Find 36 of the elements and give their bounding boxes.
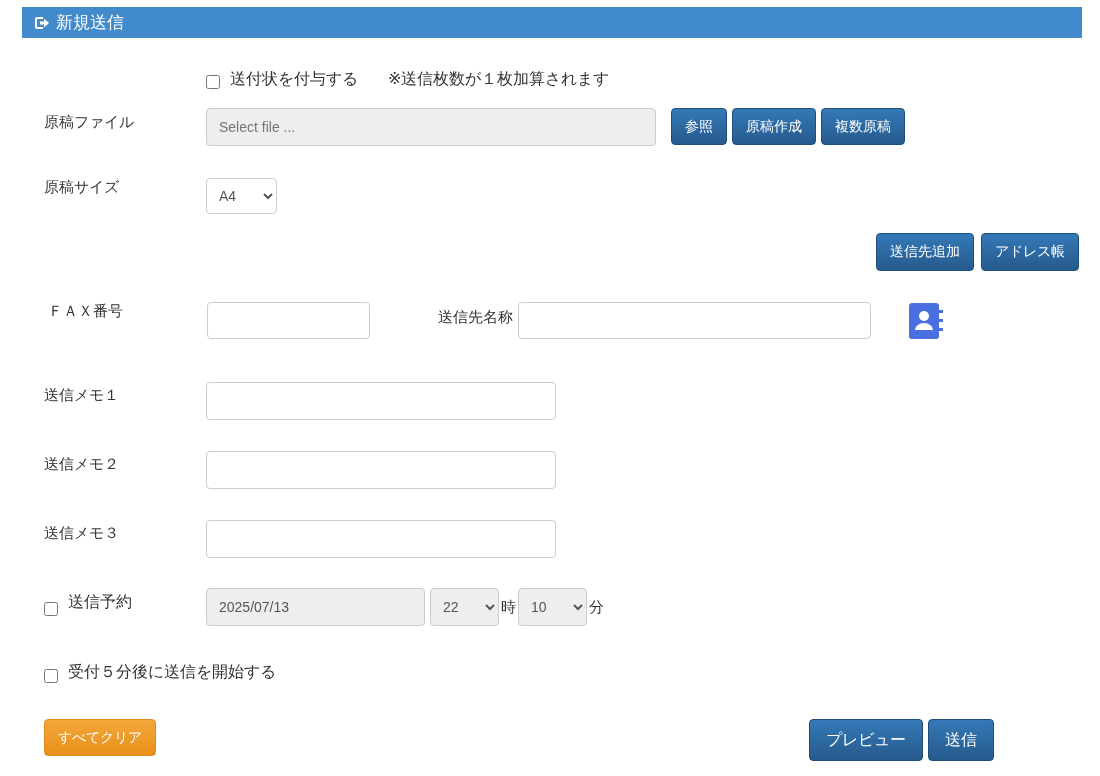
memo-field[interactable]	[206, 382, 556, 420]
memo-label: 送信メモ３	[44, 523, 120, 543]
sign-out-icon	[34, 14, 50, 31]
recipient-button[interactable]: アドレス帳	[981, 233, 1079, 271]
date-field[interactable]: 2025/07/13	[206, 588, 425, 626]
page-count-note: ※送信枚数が１枚加算されます	[388, 68, 610, 89]
file-button[interactable]: 参照	[671, 108, 727, 145]
file-field[interactable]: Select file ...	[206, 108, 656, 146]
schedule-checkbox[interactable]	[44, 602, 58, 616]
hour-select[interactable]: 22	[430, 588, 499, 626]
file-button[interactable]: 複数原稿	[821, 108, 905, 145]
memo-label: 送信メモ１	[44, 385, 120, 405]
address-book-icon[interactable]	[909, 302, 943, 340]
delay-checkbox[interactable]	[44, 668, 58, 683]
memo-label: 送信メモ２	[44, 454, 120, 474]
schedule-label: 送信予約	[68, 592, 133, 612]
cover-letter-label: 送付状を付与する	[230, 68, 358, 89]
page-title: 新規送信	[56, 12, 124, 34]
size-label: 原稿サイズ	[44, 178, 120, 197]
recipient-name-label: 送信先名称	[438, 307, 513, 327]
memo-field[interactable]	[206, 520, 556, 558]
file-button[interactable]: 原稿作成	[732, 108, 816, 145]
recipient-button[interactable]: 送信先追加	[876, 233, 974, 271]
file-label: 原稿ファイル	[44, 112, 135, 132]
fax-label: ＦＡＸ番号	[48, 302, 124, 321]
fax-number-field[interactable]	[207, 302, 370, 339]
minute-select[interactable]: 10	[518, 588, 587, 626]
hour-unit: 時	[501, 597, 516, 617]
memo-field[interactable]	[206, 451, 556, 489]
minute-unit: 分	[589, 597, 604, 617]
size-select[interactable]: A4	[206, 178, 277, 214]
recipient-name-field[interactable]	[518, 302, 871, 339]
action-button[interactable]: プレビュー	[809, 719, 923, 761]
action-button[interactable]: 送信	[928, 719, 994, 761]
delay-label: 受付５分後に送信を開始する	[68, 662, 276, 682]
cover-letter-checkbox[interactable]	[206, 75, 220, 89]
